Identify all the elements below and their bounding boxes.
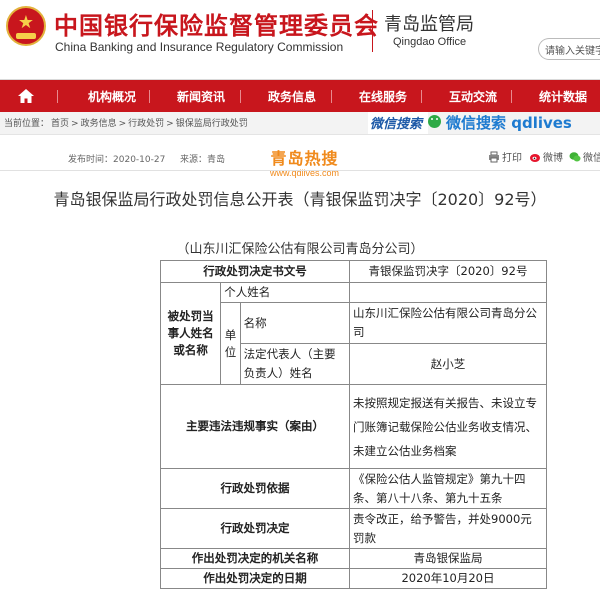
nav-item-online-service[interactable]: 在线服务 (359, 88, 407, 105)
nav-separator (240, 90, 241, 103)
authority-value: 青岛银保监局 (349, 548, 547, 569)
breadcrumb-label: 当前位置： (4, 119, 50, 129)
search-box (538, 38, 600, 61)
company-name: （山东川汇保险公估有限公司青岛分公司） (176, 242, 424, 257)
print-label: 打印 (502, 153, 522, 164)
breadcrumb-item-government-affairs[interactable]: 政务信息 (81, 119, 117, 129)
personal-name-value (349, 282, 547, 303)
divider (0, 170, 600, 171)
publish-time-label: 发布时间： (68, 155, 114, 165)
breadcrumb-bar: 当前位置： 首页 > 政务信息 > 行政处罚 > 银保监局行政处罚 微信搜索 微信搜索 qdl… (0, 112, 600, 135)
weibo-share-button[interactable]: 微博 (529, 149, 563, 164)
office-name-cn: 青岛监管局 (384, 14, 474, 35)
national-emblem-icon: ★ (6, 6, 46, 46)
personal-name-label: 个人姓名 (220, 282, 350, 303)
breadcrumb-item-penalty[interactable]: 行政处罚 (128, 119, 164, 129)
site-title-cn[interactable]: 中国银行保险监督管理委员会 (54, 6, 379, 41)
breadcrumb-separator: > (118, 119, 127, 129)
basis-label: 行政处罚依据 (160, 468, 350, 509)
decision-label: 行政处罚决定 (160, 508, 350, 549)
nav-separator (57, 90, 58, 103)
breadcrumb-separator: > (71, 119, 79, 129)
company-name-label: 名称 (239, 302, 351, 344)
print-button[interactable]: 打印 (488, 149, 522, 164)
nav-separator (511, 90, 512, 103)
violation-label: 主要违法违规事实（案由） (160, 384, 350, 469)
watermark-wechat-search: 微信搜索 qdlives (446, 114, 572, 132)
decision-value: 责令改正，给予警告，并处9000元罚款 (349, 508, 547, 549)
wechat-icon (569, 151, 581, 161)
breadcrumb-item-bureau-penalty[interactable]: 银保监局行政处罚 (176, 119, 248, 129)
nav-item-interaction[interactable]: 互动交流 (449, 88, 497, 105)
violation-value: 未按照规定报送有关报告、未设立专门账簿记载保险公估业务收支情况、未建立公估业务档… (349, 384, 547, 469)
wechat-share-button[interactable]: 微信 (569, 149, 600, 164)
nav-item-about[interactable]: 机构概况 (88, 88, 136, 105)
company-name-value: 山东川汇保险公估有限公司青岛分公司 (349, 302, 547, 344)
watermark-site: 青岛热搜 www.qdlives.com (270, 145, 339, 178)
print-icon (489, 151, 499, 162)
search-input[interactable] (539, 41, 600, 61)
wechat-label: 微信 (583, 153, 600, 164)
watermark-site-name: 青岛热搜 (270, 149, 339, 168)
breadcrumb: 当前位置： 首页 > 政务信息 > 行政处罚 > 银保监局行政处罚 (4, 116, 250, 129)
legal-rep-label: 法定代表人（主要负责人）姓名 (239, 343, 351, 385)
site-title-en: China Banking and Insurance Regulatory C… (55, 40, 344, 54)
nav-separator (421, 90, 422, 103)
unit-label: 单位 (220, 302, 241, 385)
nav-separator (149, 90, 150, 103)
site-header: ★ 中国银行保险监督管理委员会 China Banking and Insura… (0, 0, 600, 80)
publish-time: 发布时间：2020-10-27 (68, 152, 165, 165)
weibo-icon (530, 153, 540, 162)
date-value: 2020年10月20日 (349, 568, 547, 589)
basis-value: 《保险公估人监管规定》第九十四条、第八十八条、第九十五条 (349, 468, 547, 509)
breadcrumb-separator: > (166, 119, 174, 129)
wechat-face-icon (428, 115, 441, 128)
penalty-table: 行政处罚决定书文号 青银保监罚决字〔2020〕92号 被处罚当事人姓名或名称 个… (159, 260, 547, 589)
publish-time-value: 2020-10-27 (113, 155, 166, 165)
watermark-brand-text: 微信搜索 (370, 117, 423, 132)
nav-item-statistics[interactable]: 统计数据 (539, 88, 587, 105)
authority-label: 作出处罚决定的机关名称 (160, 548, 350, 569)
weibo-label: 微博 (543, 153, 563, 164)
legal-rep-value: 赵小芝 (349, 343, 547, 385)
nav-separator (331, 90, 332, 103)
article-title: 青岛银保监局行政处罚信息公开表（青银保监罚决字〔2020〕92号） (53, 190, 547, 209)
doc-no-label: 行政处罚决定书文号 (160, 260, 350, 283)
party-label: 被处罚当事人姓名或名称 (159, 282, 222, 385)
nav-item-news[interactable]: 新闻资讯 (177, 88, 225, 105)
nav-home[interactable] (0, 80, 52, 112)
home-icon (18, 89, 34, 103)
source-value: 青岛 (207, 155, 226, 165)
header-divider (372, 10, 373, 52)
breadcrumb-item-home[interactable]: 首页 (51, 119, 69, 129)
source: 来源：青岛 (180, 152, 225, 165)
doc-no-value: 青银保监罚决字〔2020〕92号 (349, 260, 547, 283)
watermark-brand: 微信搜索 (368, 112, 428, 134)
main-nav: 机构概况 新闻资讯 政务信息 在线服务 互动交流 统计数据 (0, 80, 600, 112)
nav-item-government-affairs[interactable]: 政务信息 (268, 88, 316, 105)
date-label: 作出处罚决定的日期 (160, 568, 350, 589)
office-name-en: Qingdao Office (393, 36, 467, 48)
source-label: 来源： (180, 155, 208, 165)
